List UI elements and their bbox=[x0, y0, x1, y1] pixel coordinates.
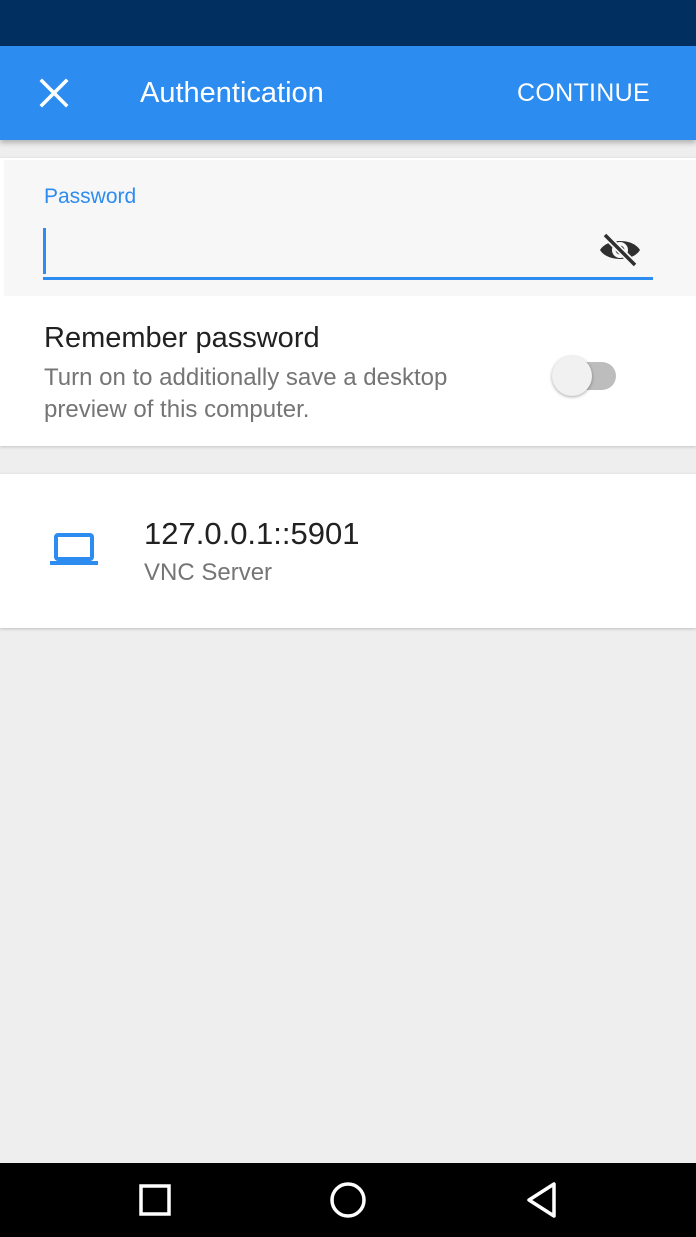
server-list-item[interactable]: 127.0.0.1::5901 VNC Server bbox=[0, 474, 696, 628]
remember-password-description: Turn on to additionally save a desktop p… bbox=[44, 364, 448, 423]
triangle-back-icon bbox=[527, 1182, 556, 1218]
square-icon bbox=[139, 1184, 171, 1216]
auth-card: Password Remember password Turn on to ad… bbox=[0, 158, 696, 446]
status-bar bbox=[0, 0, 696, 46]
page-title: Authentication bbox=[140, 77, 324, 109]
password-field-container: Password bbox=[4, 160, 696, 296]
remember-password-switch[interactable] bbox=[552, 356, 618, 396]
circle-icon bbox=[330, 1182, 366, 1218]
system-nav-bar bbox=[0, 1163, 696, 1237]
server-address: 127.0.0.1::5901 bbox=[144, 516, 360, 551]
back-button[interactable] bbox=[502, 1163, 582, 1237]
close-icon bbox=[39, 78, 69, 108]
text-caret bbox=[43, 228, 46, 274]
password-input[interactable] bbox=[43, 224, 653, 280]
password-label: Password bbox=[44, 185, 137, 208]
app-bar: Authentication CONTINUE bbox=[0, 46, 696, 140]
close-button[interactable] bbox=[22, 61, 86, 125]
switch-thumb bbox=[552, 356, 592, 396]
continue-button[interactable]: CONTINUE bbox=[517, 46, 650, 140]
password-visibility-toggle[interactable] bbox=[595, 226, 645, 274]
laptop-icon bbox=[50, 533, 98, 565]
server-type: VNC Server bbox=[144, 559, 273, 586]
home-button[interactable] bbox=[308, 1163, 388, 1237]
remember-password-title: Remember password bbox=[44, 322, 320, 354]
eye-off-icon bbox=[600, 232, 640, 268]
recents-button[interactable] bbox=[115, 1163, 195, 1237]
